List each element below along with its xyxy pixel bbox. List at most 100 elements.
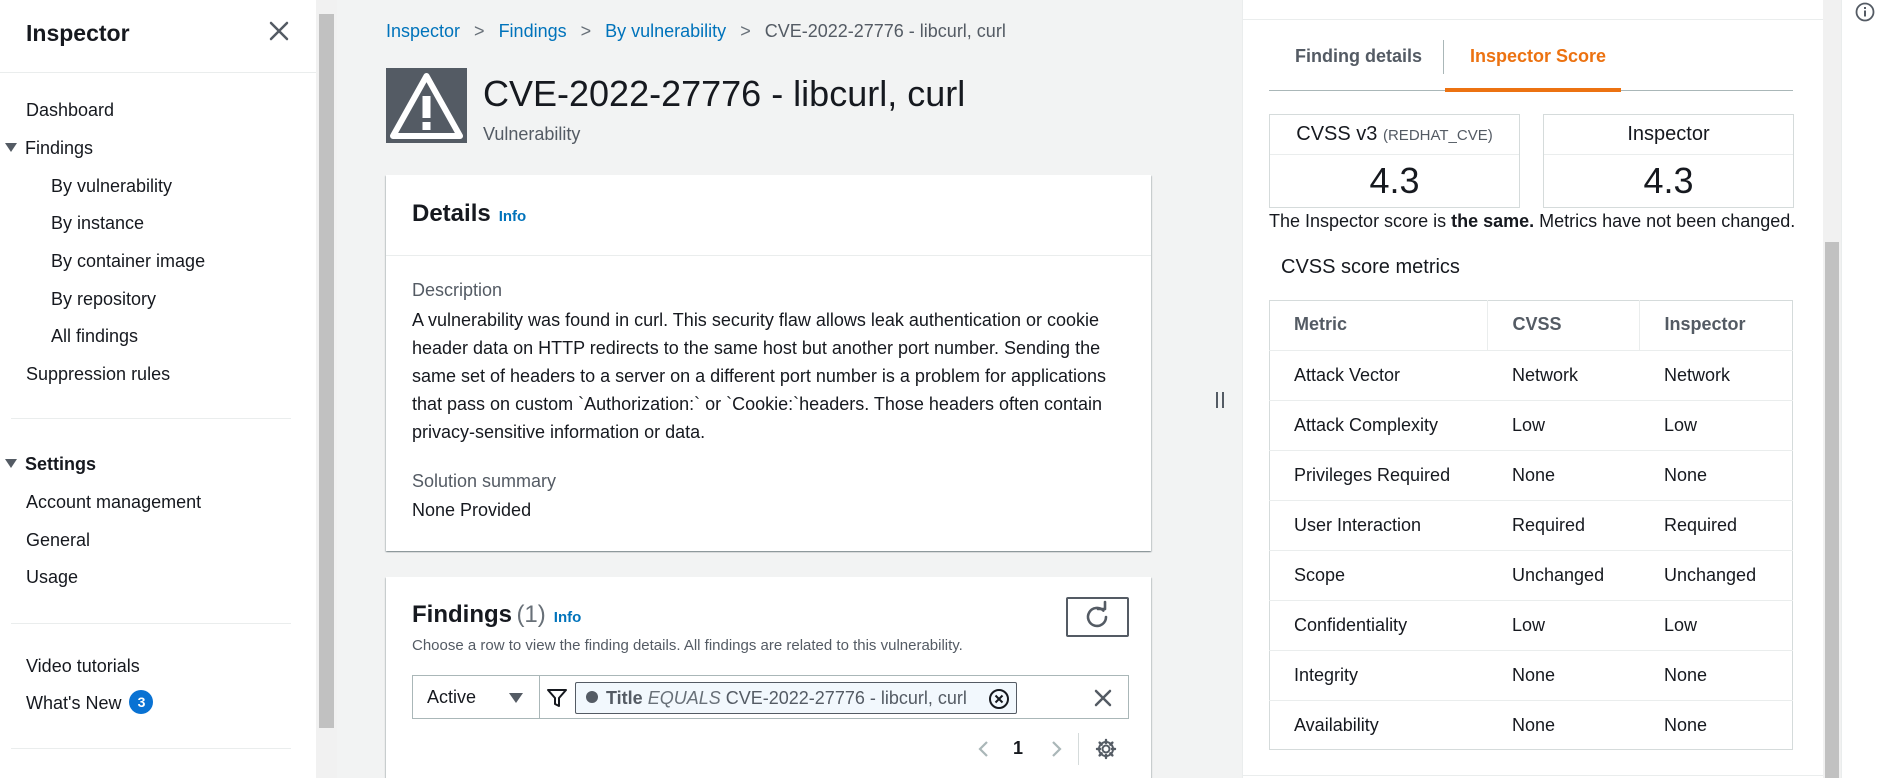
cvss-value: None bbox=[1512, 714, 1556, 735]
metric-name: Scope bbox=[1269, 550, 1487, 601]
caret-down-icon bbox=[5, 458, 17, 468]
column-header-inspector[interactable]: Inspector bbox=[1638, 300, 1793, 351]
token-dot-icon bbox=[586, 691, 598, 704]
panel-scrollbar[interactable] bbox=[1823, 0, 1841, 778]
sidebar-item-all-findings[interactable]: All findings bbox=[51, 326, 138, 347]
breadcrumb-link-findings[interactable]: Findings bbox=[499, 21, 567, 41]
column-header-cvss[interactable]: CVSS bbox=[1486, 300, 1639, 351]
inspector-value: None bbox=[1639, 650, 1793, 701]
chevron-right-icon: > bbox=[474, 21, 485, 41]
sidebar-group-settings[interactable]: Settings bbox=[5, 454, 96, 475]
tools-rail bbox=[1841, 0, 1880, 778]
sidebar-item-account-management[interactable]: Account management bbox=[26, 492, 201, 513]
sidebar-scrollbar[interactable] bbox=[316, 0, 337, 778]
description-label: Description bbox=[412, 280, 503, 300]
sidebar-item-by-container-image[interactable]: By container image bbox=[51, 251, 205, 272]
sidebar-divider bbox=[11, 623, 291, 624]
resize-handle-icon[interactable] bbox=[1214, 390, 1226, 410]
remove-token-icon[interactable] bbox=[988, 688, 1010, 710]
findings-info-link[interactable]: Info bbox=[554, 609, 582, 626]
token-key: Title bbox=[606, 688, 643, 708]
clear-filter-icon[interactable] bbox=[1092, 687, 1114, 709]
breadcrumb-current: CVE-2022-27776 - libcurl, curl bbox=[764, 21, 1006, 41]
inspector-score-value: 4.3 bbox=[1643, 160, 1694, 201]
inspector-value: None bbox=[1664, 714, 1708, 735]
sidebar-divider bbox=[11, 748, 291, 749]
details-info-link[interactable]: Info bbox=[499, 208, 527, 225]
sidebar-title: Inspector bbox=[26, 20, 130, 46]
inspector-value: Low bbox=[1639, 600, 1793, 651]
table-row: Confidentiality Low Low bbox=[1269, 600, 1793, 651]
pagination-divider bbox=[1078, 733, 1079, 765]
column-header-metric[interactable]: Metric bbox=[1269, 300, 1487, 351]
previous-page-icon[interactable] bbox=[974, 739, 994, 759]
sidebar-item-usage[interactable]: Usage bbox=[26, 567, 78, 588]
token-value: CVE-2022-27776 - libcurl, curl bbox=[725, 688, 967, 708]
status-select[interactable]: Active bbox=[412, 675, 540, 719]
breadcrumb-link-inspector[interactable]: Inspector bbox=[386, 21, 460, 41]
score-divider bbox=[1544, 154, 1793, 155]
findings-count: (1) bbox=[516, 601, 546, 628]
refresh-icon bbox=[1086, 600, 1108, 628]
settings-gear-icon[interactable] bbox=[1095, 738, 1117, 760]
metrics-table: Metric CVSS Inspector Attack Vector Netwo… bbox=[1269, 300, 1793, 750]
inspector-value: Unchanged bbox=[1639, 550, 1793, 601]
sidebar-item-dashboard[interactable]: Dashboard bbox=[26, 100, 114, 121]
next-page-icon[interactable] bbox=[1046, 739, 1066, 759]
tab-inspector-score[interactable]: Inspector Score bbox=[1470, 46, 1606, 67]
metric-name: Integrity bbox=[1269, 650, 1487, 701]
breadcrumb-link-by-vulnerability[interactable]: By vulnerability bbox=[605, 21, 726, 41]
cvss-score-box: CVSS v3 (REDHAT_CVE) 4.3 bbox=[1269, 114, 1520, 208]
table-row: Scope Unchanged Unchanged bbox=[1269, 550, 1793, 601]
page-number[interactable]: 1 bbox=[1013, 738, 1023, 759]
sidebar-item-by-instance[interactable]: By instance bbox=[51, 213, 144, 234]
filter-icon bbox=[546, 687, 568, 709]
table-row: Integrity None None bbox=[1269, 650, 1793, 701]
sidebar-item-video-tutorials[interactable]: Video tutorials bbox=[26, 656, 140, 677]
score-divider bbox=[1270, 154, 1519, 155]
sidebar-divider bbox=[11, 418, 291, 419]
tab-divider bbox=[1443, 40, 1444, 74]
chevron-right-icon: > bbox=[580, 21, 592, 41]
score-note-text: Metrics have not been changed. bbox=[1534, 211, 1796, 231]
findings-heading: Findings bbox=[412, 601, 512, 628]
inspector-value: Required bbox=[1639, 500, 1793, 551]
notification-badge: 3 bbox=[129, 690, 154, 714]
caret-down-icon bbox=[509, 693, 523, 703]
filter-input[interactable]: Title EQUALS CVE-2022-27776 - libcurl, c… bbox=[540, 675, 1129, 719]
cvss-value: None bbox=[1487, 450, 1639, 501]
cvss-value: Low bbox=[1487, 600, 1639, 651]
tab-finding-details[interactable]: Finding details bbox=[1295, 46, 1422, 67]
details-heading-row: Details Info bbox=[412, 200, 526, 228]
scrollbar-thumb[interactable] bbox=[319, 14, 334, 728]
cvss-value: Required bbox=[1487, 500, 1639, 551]
metric-name: Attack Vector bbox=[1269, 350, 1487, 401]
sidebar-item-suppression-rules[interactable]: Suppression rules bbox=[26, 364, 170, 385]
sidebar-group-findings[interactable]: Findings bbox=[5, 138, 93, 159]
sidebar-item-by-repository[interactable]: By repository bbox=[51, 289, 156, 310]
cvss-value: None bbox=[1487, 650, 1639, 701]
sidebar-item-general[interactable]: General bbox=[26, 530, 90, 551]
solution-text: None Provided bbox=[412, 500, 532, 520]
info-circle-icon[interactable] bbox=[1855, 2, 1875, 22]
metric-name: User Interaction bbox=[1269, 500, 1487, 551]
solution-label: Solution summary bbox=[412, 471, 557, 491]
main-content: Inspector > Findings > By vulnerability > CVE-… bbox=[337, 0, 1202, 778]
score-note-bold: the same. bbox=[1451, 211, 1535, 231]
inspector-value: Network bbox=[1639, 350, 1793, 401]
cvss-title: CVSS v3 bbox=[1296, 123, 1378, 145]
score-note-text: The Inspector score is bbox=[1269, 211, 1452, 231]
inspector-score-box: Inspector 4.3 bbox=[1543, 114, 1794, 208]
panel-top-edge bbox=[1243, 0, 1824, 20]
sidebar-item-by-vulnerability[interactable]: By vulnerability bbox=[51, 176, 172, 197]
close-icon[interactable] bbox=[268, 20, 290, 42]
sidebar-item-whats-new[interactable]: What's New 3 bbox=[26, 690, 154, 716]
description-text: A vulnerability was found in curl. This … bbox=[412, 310, 1107, 442]
refresh-button[interactable] bbox=[1066, 597, 1129, 637]
metric-name: Availability bbox=[1294, 714, 1379, 735]
score-note: The Inspector score is the same. Metrics… bbox=[1269, 211, 1795, 232]
table-row: Availability None None bbox=[1269, 700, 1793, 750]
filter-token[interactable]: Title EQUALS CVE-2022-27776 - libcurl, c… bbox=[575, 682, 1017, 714]
scrollbar-thumb[interactable] bbox=[1825, 242, 1839, 778]
findings-heading-row: Findings (1) Info bbox=[412, 601, 581, 629]
